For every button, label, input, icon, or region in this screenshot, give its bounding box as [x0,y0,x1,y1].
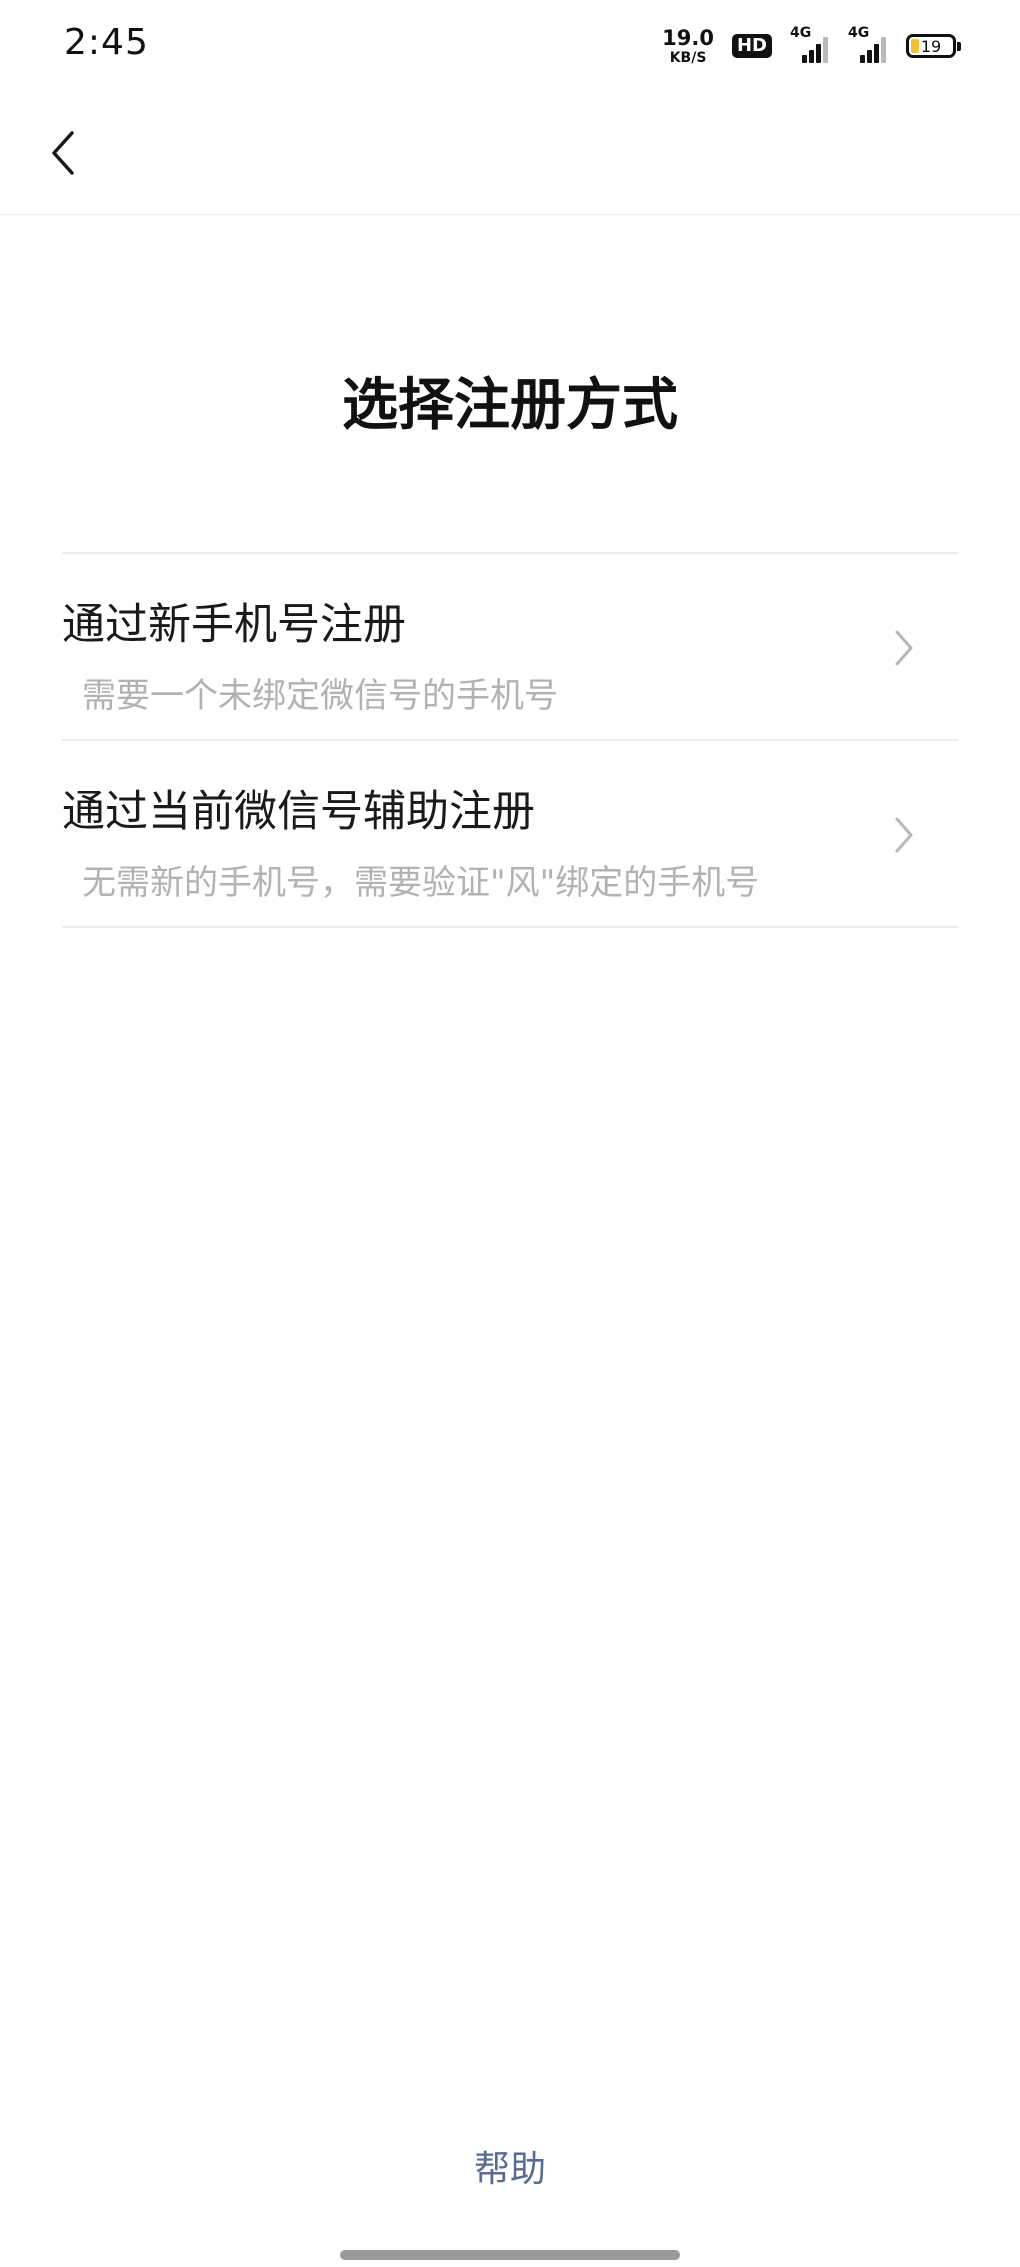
battery-fill [911,39,919,53]
sim2-network-label: 4G [848,25,870,41]
home-indicator[interactable] [340,2250,680,2260]
chevron-right-icon [895,817,913,853]
signal-icon: 4G [790,25,830,63]
option-title: 通过新手机号注册 [62,600,406,650]
signal-icon: 4G [848,25,888,63]
chevron-right-icon [895,630,913,666]
option-description: 无需新的手机号，需要验证"风"绑定的手机号 [82,863,760,903]
battery-level: 19 [920,36,942,56]
register-with-current-wechat-option[interactable]: 通过当前微信号辅助注册 无需新的手机号，需要验证"风"绑定的手机号 [62,741,959,928]
network-speed: 19.0 KB/S [662,25,714,66]
status-bar: 2:45 19.0 KB/S HD 4G 4G 19 [0,0,1020,92]
sim1-network-label: 4G [790,25,812,41]
navigation-bar [0,92,1020,215]
option-title: 通过当前微信号辅助注册 [62,787,535,837]
registration-option-list: 通过新手机号注册 需要一个未绑定微信号的手机号 通过当前微信号辅助注册 无需新的… [62,552,959,928]
hd-voice-icon: HD [731,34,772,58]
status-time: 2:45 [64,22,149,63]
back-button[interactable] [28,118,98,188]
network-speed-unit: KB/S [669,49,707,66]
network-speed-value: 19.0 [662,25,714,50]
option-description: 需要一个未绑定微信号的手机号 [82,676,558,716]
battery-icon: 19 [906,34,961,58]
status-icons: 19.0 KB/S HD 4G 4G 19 [662,24,961,68]
register-with-new-phone-option[interactable]: 通过新手机号注册 需要一个未绑定微信号的手机号 [62,554,959,741]
chevron-left-icon [52,131,74,175]
help-link[interactable]: 帮助 [0,2140,1020,2192]
page-title: 选择注册方式 [342,373,678,438]
